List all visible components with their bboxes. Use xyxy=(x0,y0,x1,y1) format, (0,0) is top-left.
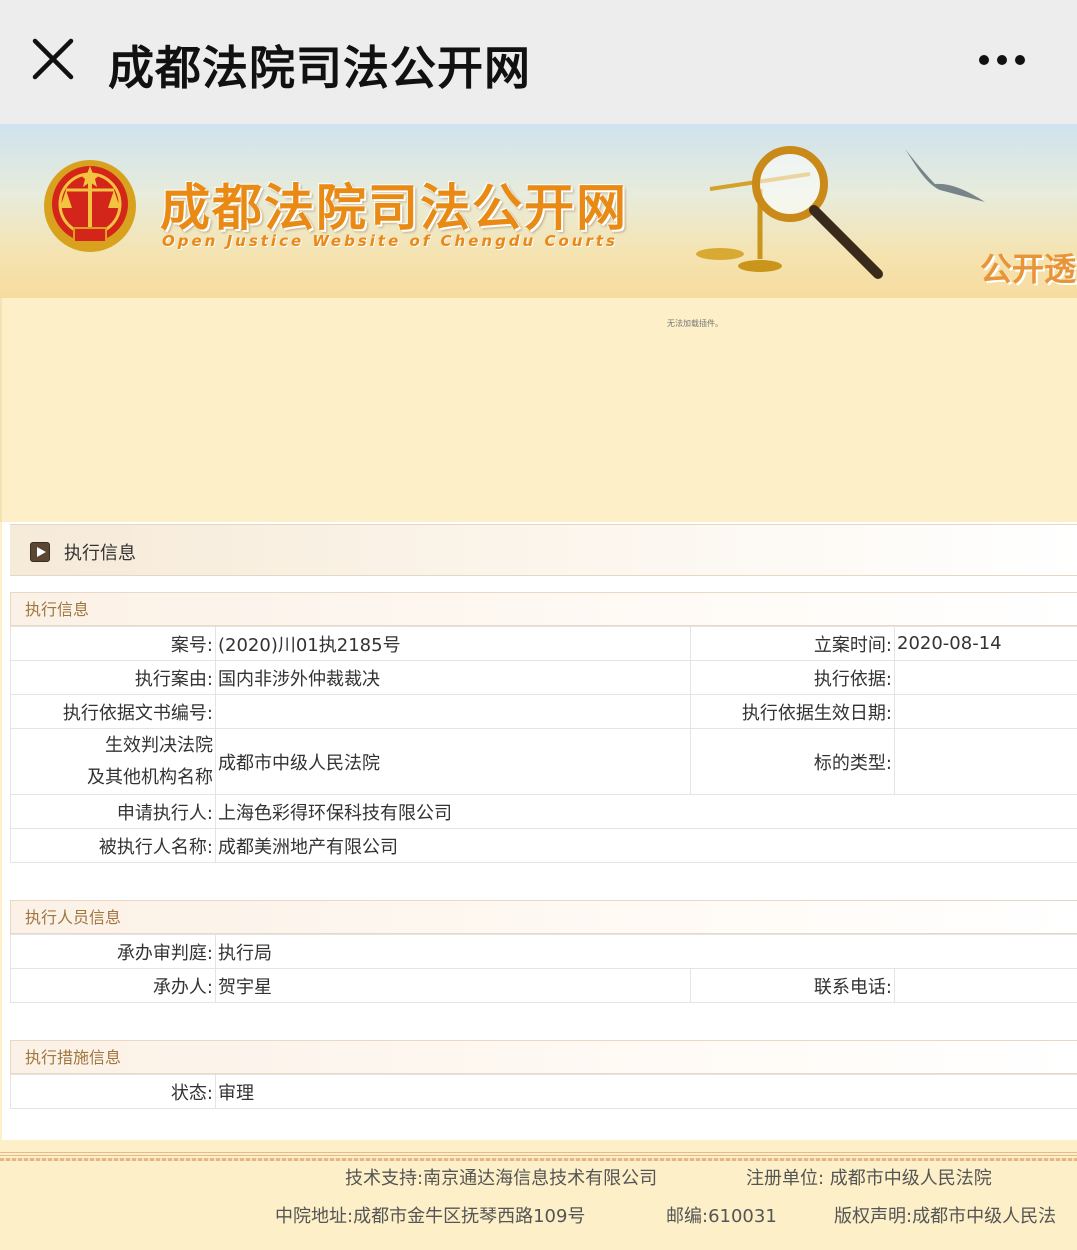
basis-label: 执行依据: xyxy=(690,660,895,695)
respondent-label: 被执行人名称: xyxy=(10,828,216,863)
section-title: 执行信息 xyxy=(10,592,1077,626)
court-label: 生效判决法院 及其他机构名称 xyxy=(10,728,216,795)
table-row: 执行依据文书编号: 执行依据生效日期: xyxy=(10,694,1077,729)
footer-copyright: 版权声明:成都市中级人民法 xyxy=(834,1206,1057,1227)
case-no-label: 案号: xyxy=(10,626,216,661)
respondent-value: 成都美洲地产有限公司 xyxy=(215,828,1077,863)
tribunal-value: 执行局 xyxy=(215,934,1077,969)
panel-header: 执行信息 xyxy=(10,524,1077,576)
doc-no-label: 执行依据文书编号: xyxy=(10,694,216,729)
measures-section: 执行措施信息 状态: 审理 xyxy=(10,1040,1077,1109)
applicant-value: 上海色彩得环保科技有限公司 xyxy=(215,794,1077,829)
effective-date-value xyxy=(894,694,1077,729)
banner-subtitle: Open Justice Website of Chengdu Courts xyxy=(162,232,618,250)
personnel-table: 承办审判庭: 执行局 承办人: 贺宇星 联系电话: xyxy=(10,934,1077,1003)
handler-value: 贺宇星 xyxy=(215,968,691,1003)
handler-label: 承办人: xyxy=(10,968,216,1003)
site-banner: 成都法院司法公开网 Open Justice Website of Chengd… xyxy=(0,124,1077,298)
banner-title: 成都法院司法公开网 xyxy=(160,178,628,237)
subject-type-label: 标的类型: xyxy=(690,728,895,795)
court-label-line2: 及其他机构名称 xyxy=(87,766,213,788)
filing-date-value: 2020-08-14 xyxy=(894,626,1077,661)
more-dots-icon[interactable] xyxy=(970,48,1034,72)
status-label: 状态: xyxy=(10,1074,216,1109)
footer-tech-support: 技术支持:南京通达海信息技术有限公司 xyxy=(345,1168,658,1189)
phone-value xyxy=(894,968,1077,1003)
effective-date-label: 执行依据生效日期: xyxy=(690,694,895,729)
table-row: 执行案由: 国内非涉外仲裁裁决 执行依据: xyxy=(10,660,1077,695)
footer-address: 中院地址:成都市金牛区抚琴西路109号 xyxy=(275,1206,586,1227)
banner-slogan: 公开透 xyxy=(980,250,1077,288)
content-panel: 执行信息 执行信息 案号: (2020)川01执2185号 立案时间: 2020… xyxy=(2,522,1077,1140)
plugin-area: 无法加载插件。 xyxy=(0,298,1077,522)
scales-magnifier-icon xyxy=(696,146,883,279)
status-value: 审理 xyxy=(215,1074,1077,1109)
site-footer: 技术支持:南京通达海信息技术有限公司 注册单位: 成都市中级人民法院 中院地址:… xyxy=(0,1152,1077,1250)
applicant-label: 申请执行人: xyxy=(10,794,216,829)
app-bar-title: 成都法院司法公开网 xyxy=(108,41,531,95)
footer-divider xyxy=(0,1158,1077,1161)
app-bar: 成都法院司法公开网 xyxy=(0,0,1077,124)
table-row: 申请执行人: 上海色彩得环保科技有限公司 xyxy=(10,794,1077,829)
footer-postcode: 邮编:610031 xyxy=(666,1206,777,1227)
case-no-value: (2020)川01执2185号 xyxy=(215,626,691,661)
exec-info-table: 案号: (2020)川01执2185号 立案时间: 2020-08-14 执行案… xyxy=(10,626,1077,863)
table-row: 承办审判庭: 执行局 xyxy=(10,934,1077,969)
table-row: 案号: (2020)川01执2185号 立案时间: 2020-08-14 xyxy=(10,626,1077,661)
table-row: 生效判决法院 及其他机构名称 成都市中级人民法院 标的类型: xyxy=(10,728,1077,795)
exec-info-section: 执行信息 案号: (2020)川01执2185号 立案时间: 2020-08-1… xyxy=(10,592,1077,863)
table-row: 被执行人名称: 成都美洲地产有限公司 xyxy=(10,828,1077,863)
cause-value: 国内非涉外仲裁裁决 xyxy=(215,660,691,695)
basis-value xyxy=(894,660,1077,695)
close-icon[interactable] xyxy=(30,36,76,82)
cause-label: 执行案由: xyxy=(10,660,216,695)
panel-title: 执行信息 xyxy=(64,543,136,564)
table-row: 承办人: 贺宇星 联系电话: xyxy=(10,968,1077,1003)
filing-date-label: 立案时间: xyxy=(690,626,895,661)
table-row: 状态: 审理 xyxy=(10,1074,1077,1109)
phone-label: 联系电话: xyxy=(690,968,895,1003)
tribunal-label: 承办审判庭: xyxy=(10,934,216,969)
court-label-line1: 生效判决法院 xyxy=(105,734,213,756)
plugin-error-message: 无法加载插件。 xyxy=(667,319,723,328)
doc-no-value xyxy=(215,694,691,729)
footer-registrant: 注册单位: 成都市中级人民法院 xyxy=(746,1168,992,1189)
section-title: 执行人员信息 xyxy=(10,900,1077,934)
subject-type-value xyxy=(894,728,1077,795)
measures-table: 状态: 审理 xyxy=(10,1074,1077,1109)
court-value: 成都市中级人民法院 xyxy=(215,728,691,795)
court-emblem-icon xyxy=(44,160,136,252)
bird-icon xyxy=(905,149,985,202)
personnel-section: 执行人员信息 承办审判庭: 执行局 承办人: 贺宇星 联系电话: xyxy=(10,900,1077,1003)
section-title: 执行措施信息 xyxy=(10,1040,1077,1074)
play-icon xyxy=(30,542,50,562)
